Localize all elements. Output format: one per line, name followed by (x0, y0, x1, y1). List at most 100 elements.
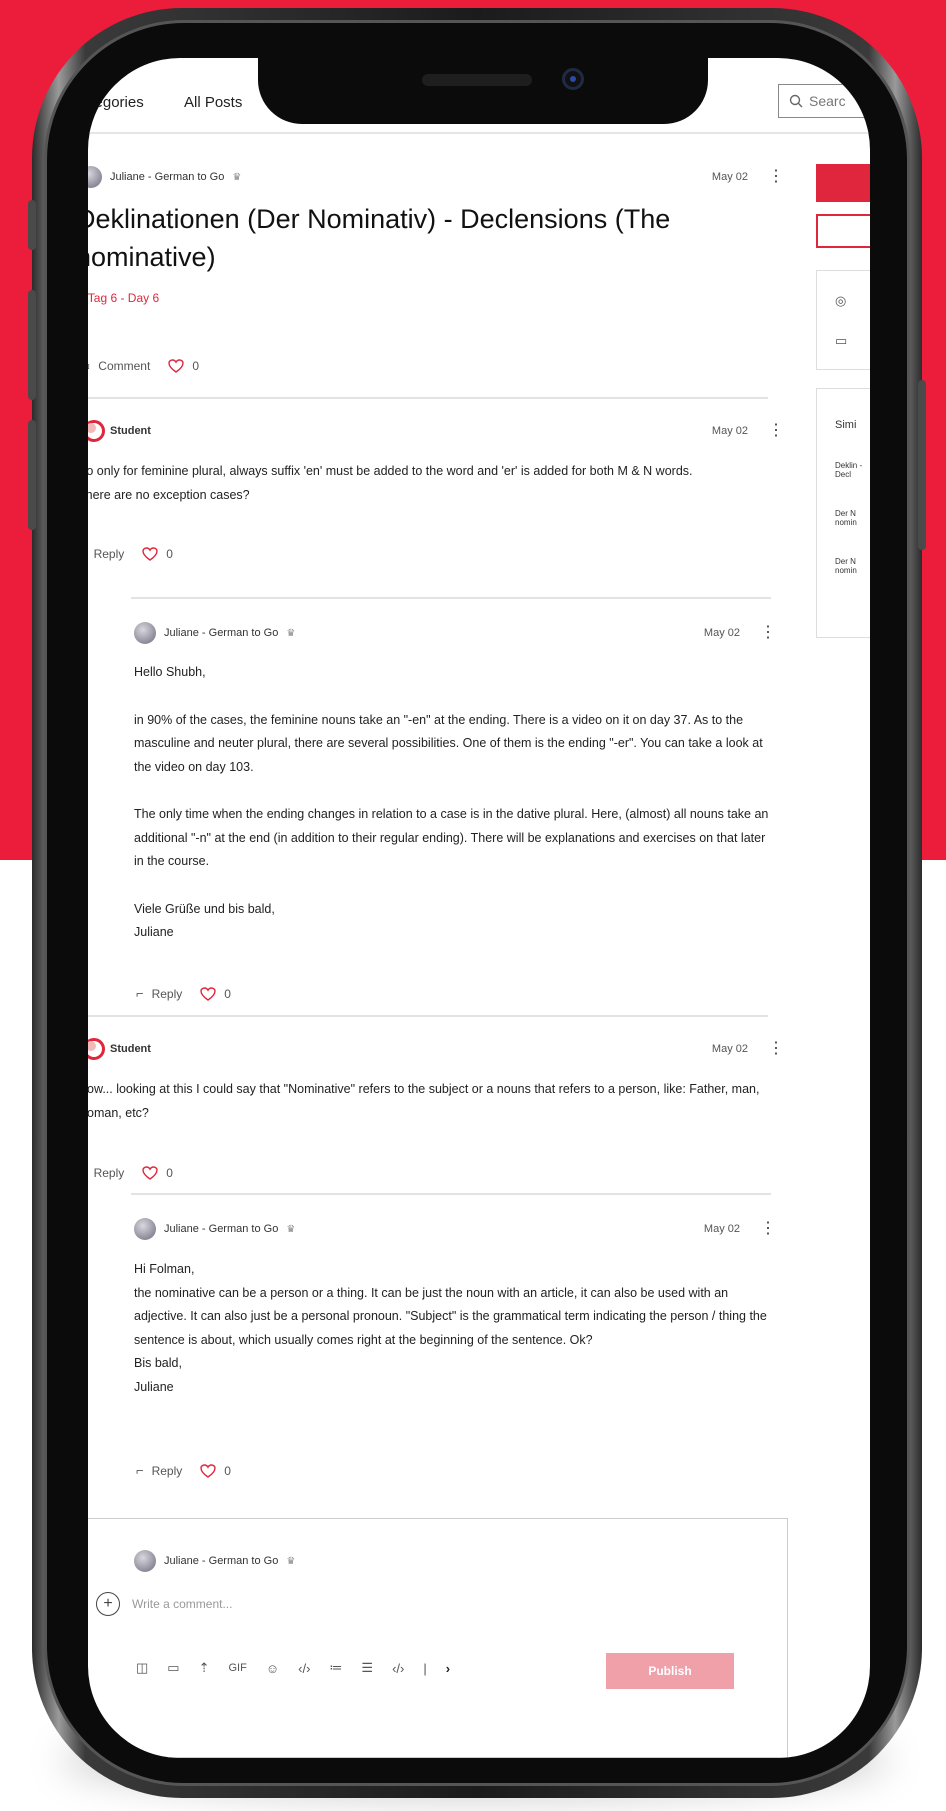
search-placeholder: Searc (809, 93, 846, 109)
heart-icon[interactable] (168, 359, 185, 373)
comment-actions: ⌐ Reply 0 (88, 546, 173, 561)
reply-line: Juliane (134, 925, 174, 939)
reply-label[interactable]: Reply (152, 1464, 183, 1478)
similar-post-link[interactable]: Der N nomin (835, 509, 870, 527)
phone-screen: ategories All Posts Searc Juliane - Germ… (88, 58, 870, 1758)
sidebar-primary-button[interactable] (816, 164, 870, 202)
heart-icon[interactable] (142, 546, 158, 561)
list-icon[interactable]: ≔ (329, 1660, 342, 1676)
heart-icon[interactable] (200, 1463, 216, 1478)
comment-author[interactable]: Student (110, 1043, 151, 1055)
comments-stat-icon: ▭ (835, 333, 848, 348)
post-meta: Juliane - German to Go ♛ May 02 ⋮ (88, 166, 784, 188)
reply-line: the nominative can be a person or a thin… (134, 1285, 767, 1347)
reply-more-icon[interactable]: ⋮ (760, 1221, 776, 1237)
divider (88, 397, 768, 399)
post-category-link[interactable]: n Tag 6 - Day 6 (88, 291, 159, 305)
comment-actions: ⌐ Reply 0 (88, 1165, 173, 1180)
composer-toolbar: ◫ ▭ ⇡ GIF ☺ ‹/› ≔ ☰ ‹/› | › (136, 1660, 450, 1676)
heart-icon[interactable] (142, 1165, 158, 1180)
search-icon (789, 94, 803, 108)
sidebar-secondary-button[interactable] (816, 214, 870, 248)
phone-notch (258, 58, 708, 124)
reply-meta: Juliane - German to Go ♛ May 02 ⋮ (134, 1218, 784, 1240)
reply-icon[interactable]: ⌐ (136, 986, 144, 1001)
comment-icon[interactable]: ▭ (88, 358, 90, 374)
reply-line (134, 874, 774, 898)
video-icon[interactable]: ▭ (167, 1660, 179, 1676)
similar-post-link[interactable]: Deklin - Decl (835, 461, 870, 479)
upload-icon[interactable]: ⇡ (199, 1660, 210, 1676)
reply-line: Hello Shubh, (134, 665, 206, 679)
like-count: 0 (166, 1165, 173, 1180)
reply-date: May 02 (703, 627, 740, 639)
reply-line: Hi Folman, (134, 1262, 195, 1276)
reply-line: Juliane (134, 1379, 174, 1394)
post-title: Deklinationen (Der Nominativ) - Declensi… (88, 204, 671, 272)
post-actions: ▭ Comment 0 (88, 358, 199, 374)
reply-label[interactable]: Reply (94, 547, 125, 561)
divider-icon[interactable]: ☰ (361, 1660, 373, 1676)
post-like-count: 0 (192, 359, 199, 373)
student-avatar[interactable] (88, 1038, 105, 1060)
divider (131, 597, 771, 599)
similar-posts-heading: Simi (835, 419, 857, 431)
comment-author[interactable]: Student (110, 425, 151, 437)
reply-meta: Juliane - German to Go ♛ May 02 ⋮ (134, 622, 784, 644)
student-avatar[interactable] (88, 420, 105, 442)
comment-input[interactable]: Write a comment... (132, 1597, 432, 1611)
divider (131, 1193, 771, 1195)
reply-date: May 02 (703, 1223, 740, 1235)
phone-silent-switch (28, 200, 36, 250)
similar-posts-panel: Simi Deklin - Decl Der N nomin Der N nom… (816, 388, 870, 638)
reply-label[interactable]: Reply (94, 1166, 125, 1180)
comment-date: May 02 (711, 425, 748, 437)
like-count: 0 (224, 986, 231, 1001)
reply-author[interactable]: Juliane - German to Go (164, 1223, 278, 1235)
reply-author[interactable]: Juliane - German to Go (164, 627, 278, 639)
nav-all-posts[interactable]: All Posts (184, 94, 242, 111)
composer-input-row: + Write a comment... (96, 1592, 432, 1616)
post-author[interactable]: Juliane - German to Go (110, 171, 224, 183)
phone-power-button (918, 380, 926, 550)
post-more-icon[interactable]: ⋮ (768, 169, 784, 185)
admin-crown-icon: ♛ (286, 1555, 296, 1567)
comment-line: There are no exception cases? (88, 487, 250, 502)
phone-volume-up (28, 290, 36, 400)
publish-button[interactable]: Publish (606, 1653, 734, 1689)
promo-stage: ategories All Posts Searc Juliane - Germ… (0, 0, 946, 1811)
reply-icon[interactable]: ⌐ (136, 1463, 144, 1478)
add-plus-icon[interactable]: + (96, 1592, 120, 1616)
heart-icon[interactable] (200, 986, 216, 1001)
comment-meta: Student May 02 ⋮ (88, 420, 784, 442)
code-icon[interactable]: ‹/› (298, 1661, 310, 1676)
post-date: May 02 (711, 171, 748, 183)
more-arrow-icon[interactable]: › (446, 1661, 450, 1676)
author-avatar[interactable] (134, 1218, 156, 1240)
comment-body: Now... looking at this I could say that … (88, 1078, 778, 1125)
text-cursor-icon[interactable]: | (423, 1661, 426, 1676)
reply-line (134, 779, 774, 803)
admin-crown-icon: ♛ (232, 171, 242, 183)
comment-label[interactable]: Comment (98, 359, 150, 373)
camera-icon[interactable]: ◫ (136, 1660, 148, 1676)
embed-icon[interactable]: ‹/› (392, 1661, 404, 1676)
search-input[interactable]: Searc (778, 84, 870, 118)
author-avatar[interactable] (134, 622, 156, 644)
comment-line: So only for feminine plural, always suff… (88, 464, 693, 478)
comment-body: So only for feminine plural, always suff… (88, 460, 780, 507)
comment-date: May 02 (711, 1043, 748, 1055)
comment-more-icon[interactable]: ⋮ (768, 1041, 784, 1057)
similar-post-link[interactable]: Der N nomin (835, 557, 870, 575)
gif-icon[interactable]: GIF (229, 1662, 247, 1674)
sticker-icon[interactable]: ☺ (266, 1661, 279, 1676)
reply-more-icon[interactable]: ⋮ (760, 625, 776, 641)
reply-body: Hi Folman, the nominative can be a perso… (134, 1258, 774, 1399)
comment-more-icon[interactable]: ⋮ (768, 423, 784, 439)
nav-categories[interactable]: ategories (88, 94, 144, 111)
comment-line: Now... looking at this I could say that … (88, 1082, 760, 1120)
phone-camera (562, 68, 584, 90)
reply-line (134, 685, 774, 709)
reply-label[interactable]: Reply (152, 987, 183, 1001)
author-avatar[interactable] (88, 166, 102, 188)
